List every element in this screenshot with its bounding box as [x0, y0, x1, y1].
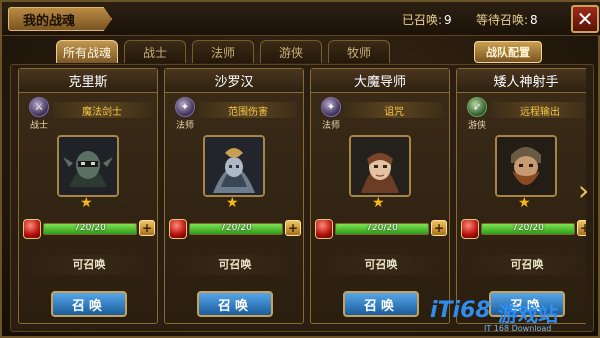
red-gem-icon: [169, 219, 187, 239]
watermark-site: 游戏站: [498, 302, 558, 326]
hero-portrait[interactable]: [57, 135, 119, 197]
tab-warrior[interactable]: 战士: [124, 40, 186, 63]
skill-label: 远程输出: [491, 102, 586, 118]
progress-bar: 720/20: [189, 223, 283, 235]
summoned-counter: 已召唤: 9: [402, 11, 452, 28]
skill-label: 诅咒: [345, 102, 443, 118]
summon-status: 可召唤: [25, 255, 153, 275]
tab-mage[interactable]: 法师: [192, 40, 254, 63]
hero-portrait[interactable]: [203, 135, 265, 197]
class-tabs: 所有战魂 战士 法师 游侠 牧师: [56, 40, 390, 64]
hero-portrait[interactable]: [349, 135, 411, 197]
hero-card[interactable]: 矮人神射手 ➶ 游侠 远程输出 ★ 720/20 + 可召唤 召唤: [456, 68, 586, 324]
progress-text: 720/20: [220, 223, 252, 233]
plus-icon: +: [579, 221, 586, 235]
pending-counter: 等待召唤: 8: [476, 11, 538, 28]
summon-button[interactable]: 召唤: [51, 291, 127, 317]
summon-status: 可召唤: [317, 255, 445, 275]
class-badge: ✦ 法师: [173, 97, 197, 131]
progress-row: 720/20 +: [23, 219, 155, 239]
hero-name: 沙罗汉: [165, 69, 303, 93]
add-button[interactable]: +: [285, 220, 301, 236]
close-button[interactable]: ✕: [571, 5, 599, 33]
watermark-logo: iTi68: [430, 298, 491, 323]
hero-portrait-image: [351, 137, 409, 195]
bow-icon: ➶: [467, 97, 487, 117]
progress-row: 720/20 +: [461, 219, 586, 239]
class-badge: ✦ 法师: [319, 97, 343, 131]
class-label: 法师: [321, 121, 340, 131]
class-badge: ➶ 游侠: [465, 97, 489, 131]
add-button[interactable]: +: [431, 220, 447, 236]
sword-icon: ⚔: [29, 97, 49, 117]
pending-label: 等待召唤:: [476, 13, 529, 27]
progress-bar: 720/20: [335, 223, 429, 235]
hero-name: 矮人神射手: [457, 69, 586, 93]
skill-label: 魔法剑士: [53, 102, 151, 118]
summoned-count: 9: [444, 13, 452, 27]
team-config-button[interactable]: 战队配置: [474, 41, 542, 63]
watermark-subtitle: IT 168 Download: [484, 324, 552, 333]
red-gem-icon: [461, 219, 479, 239]
red-gem-icon: [23, 219, 41, 239]
tab-all[interactable]: 所有战魂: [56, 40, 118, 63]
hero-card[interactable]: 克里斯 ⚔ 战士 魔法剑士 ★ 720/20 + 可召唤 召唤: [18, 68, 158, 324]
progress-bar: 720/20: [43, 223, 137, 235]
pending-count: 8: [530, 13, 538, 27]
hero-card[interactable]: 沙罗汉 ✦ 法师 范围伤害 ★ 720/20 + 可召唤 召唤: [164, 68, 304, 324]
plus-icon: +: [141, 221, 153, 235]
watermark: iTi68 游戏站 IT 168 Download: [430, 296, 600, 338]
summon-button[interactable]: 召唤: [343, 291, 419, 317]
hero-portrait-image: [59, 137, 117, 195]
class-label: 战士: [29, 121, 48, 131]
hero-name: 大魔导师: [311, 69, 449, 93]
page-title: 我的战魂: [8, 7, 112, 31]
progress-text: 720/20: [512, 223, 544, 233]
add-button[interactable]: +: [577, 220, 586, 236]
star-rating: ★: [226, 195, 239, 211]
summon-status: 可召唤: [171, 255, 299, 275]
plus-icon: +: [433, 221, 445, 235]
red-gem-icon: [315, 219, 333, 239]
chevron-right-icon[interactable]: ›: [578, 176, 590, 206]
summon-button[interactable]: 召唤: [197, 291, 273, 317]
staff-icon: ✦: [175, 97, 195, 117]
tab-priest[interactable]: 牧师: [328, 40, 390, 63]
progress-row: 720/20 +: [315, 219, 447, 239]
class-badge: ⚔ 战士: [27, 97, 51, 131]
star-rating: ★: [80, 195, 93, 211]
add-button[interactable]: +: [139, 220, 155, 236]
class-label: 游侠: [467, 121, 486, 131]
tab-ranger[interactable]: 游侠: [260, 40, 322, 63]
progress-row: 720/20 +: [169, 219, 301, 239]
class-label: 法师: [175, 121, 194, 131]
hero-portrait-image: [497, 137, 555, 195]
hero-card[interactable]: 大魔导师 ✦ 法师 诅咒 ★ 720/20 + 可召唤 召唤: [310, 68, 450, 324]
summon-status: 可召唤: [463, 255, 586, 275]
progress-text: 720/20: [74, 223, 106, 233]
star-rating: ★: [372, 195, 385, 211]
summoned-label: 已召唤:: [402, 13, 443, 27]
staff-icon: ✦: [321, 97, 341, 117]
hero-name: 克里斯: [19, 69, 157, 93]
hero-portrait-image: [205, 137, 263, 195]
card-list: 克里斯 ⚔ 战士 魔法剑士 ★ 720/20 + 可召唤 召唤 沙罗汉 ✦ 法师…: [18, 68, 586, 330]
game-window: 我的战魂 已召唤: 9 等待召唤: 8 ✕ 所有战魂 战士 法师 游侠 牧师 战队配…: [0, 0, 600, 338]
progress-bar: 720/20: [481, 223, 575, 235]
star-rating: ★: [518, 195, 531, 211]
progress-text: 720/20: [366, 223, 398, 233]
hero-portrait[interactable]: [495, 135, 557, 197]
plus-icon: +: [287, 221, 299, 235]
skill-label: 范围伤害: [199, 102, 297, 118]
title-bar: 我的战魂 已召唤: 9 等待召唤: 8 ✕: [2, 2, 600, 36]
close-icon: ✕: [576, 7, 594, 31]
